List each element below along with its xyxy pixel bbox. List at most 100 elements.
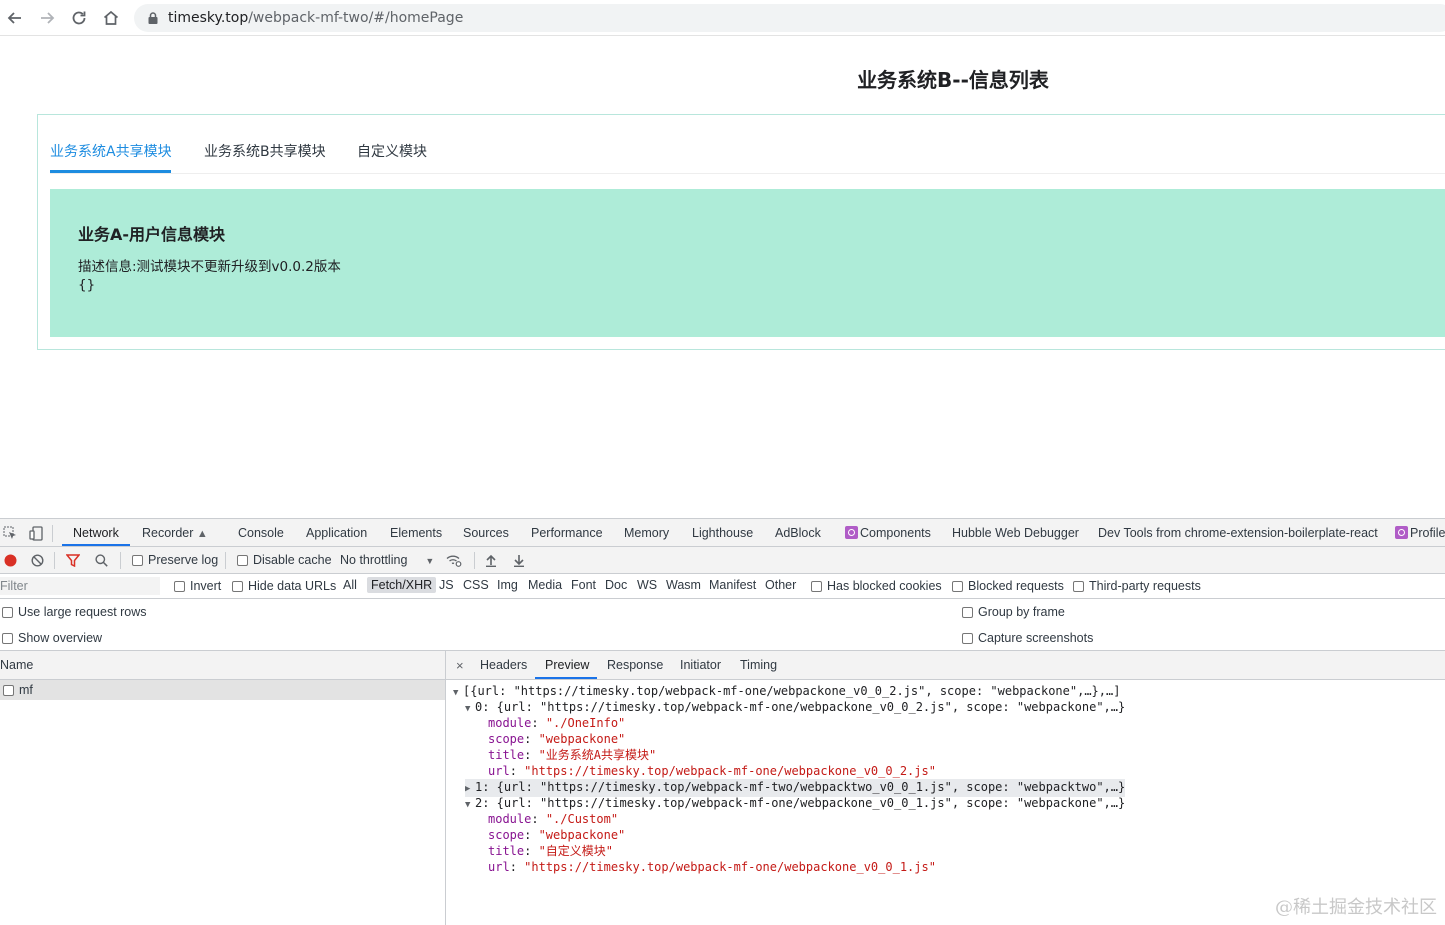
- device-toolbar-icon[interactable]: [28, 525, 44, 541]
- expand-triangle-icon: ▼: [453, 688, 459, 698]
- tab-initiator[interactable]: Initiator: [680, 658, 721, 672]
- json-key: title: [488, 844, 525, 858]
- json-key: title: [488, 748, 525, 762]
- type-filter-css[interactable]: CSS: [459, 577, 493, 593]
- third-party-checkbox[interactable]: Third-party requests: [1073, 579, 1201, 593]
- reload-icon[interactable]: [68, 7, 90, 29]
- forward-arrow-icon[interactable]: [36, 7, 58, 29]
- react-icon: [1395, 526, 1408, 539]
- checkbox-box: [962, 633, 973, 644]
- capture-screenshots-checkbox[interactable]: Capture screenshots: [962, 631, 1093, 645]
- filter-icon[interactable]: [66, 553, 80, 567]
- tab-hubble[interactable]: Hubble Web Debugger: [952, 526, 1079, 540]
- type-filter-fetch-xhr[interactable]: Fetch/XHR: [367, 577, 437, 593]
- flask-icon: ▲: [196, 528, 208, 540]
- json-value: "./OneInfo": [545, 716, 626, 730]
- json-key: url: [488, 860, 510, 874]
- page-title: 业务系统B--信息列表: [857, 68, 1049, 92]
- json-value: "https://timesky.top/webpack-mf-one/webp…: [524, 764, 936, 778]
- group-by-frame-checkbox[interactable]: Group by frame: [962, 605, 1065, 619]
- has-blocked-cookies-label: Has blocked cookies: [827, 579, 942, 593]
- network-conditions-icon[interactable]: [446, 553, 462, 567]
- filter-input[interactable]: [0, 577, 160, 595]
- tab-adblock[interactable]: AdBlock: [775, 526, 821, 540]
- network-toolbar: Preserve log Disable cache No throttling…: [0, 547, 1445, 574]
- type-filter-wasm[interactable]: Wasm: [662, 577, 705, 593]
- record-icon[interactable]: [3, 553, 17, 567]
- request-detail-pane: × Headers Preview Response Initiator Tim…: [446, 651, 1445, 925]
- request-name: mf: [19, 683, 33, 697]
- type-filter-other[interactable]: Other: [761, 577, 800, 593]
- tab-profiler[interactable]: Profiler: [1395, 526, 1445, 540]
- back-arrow-icon[interactable]: [4, 7, 26, 29]
- preserve-log-label: Preserve log: [148, 553, 219, 567]
- json-key: module: [488, 812, 532, 826]
- type-filter-media[interactable]: Media: [524, 577, 566, 593]
- tab-console[interactable]: Console: [238, 526, 284, 540]
- preserve-log-checkbox[interactable]: Preserve log: [132, 553, 218, 567]
- search-icon[interactable]: [94, 553, 108, 567]
- clear-icon[interactable]: [30, 553, 44, 567]
- inspect-element-icon[interactable]: [2, 525, 18, 541]
- json-value: "webpackone": [538, 732, 626, 746]
- tab-memory[interactable]: Memory: [624, 526, 669, 540]
- tab-strip: 业务系统A共享模块 业务系统B共享模块 自定义模块: [50, 115, 1445, 174]
- has-blocked-cookies-checkbox[interactable]: Has blocked cookies: [811, 579, 942, 593]
- request-list-header[interactable]: Name: [0, 651, 445, 680]
- tab-performance[interactable]: Performance: [531, 526, 603, 540]
- blocked-requests-checkbox[interactable]: Blocked requests: [952, 579, 1064, 593]
- tab-devtools-extension[interactable]: Dev Tools from chrome-extension-boilerpl…: [1098, 526, 1378, 540]
- export-har-icon[interactable]: [512, 553, 526, 567]
- tab-system-a[interactable]: 业务系统A共享模块: [50, 141, 172, 161]
- throttling-select[interactable]: No throttling ▼: [340, 553, 434, 567]
- tab-components[interactable]: Components: [845, 526, 931, 540]
- module-description: 描述信息:测试模块不更新升级到v0.0.2版本: [78, 259, 341, 275]
- tab-network[interactable]: Network: [73, 526, 119, 540]
- type-filter-all[interactable]: All: [339, 577, 361, 593]
- show-overview-checkbox[interactable]: Show overview: [2, 631, 102, 645]
- checkbox-box: [811, 581, 822, 592]
- json-key: module: [488, 716, 532, 730]
- type-filter-font[interactable]: Font: [567, 577, 600, 593]
- import-har-icon[interactable]: [484, 553, 498, 567]
- type-filter-js[interactable]: JS: [435, 577, 458, 593]
- type-filter-img[interactable]: Img: [493, 577, 522, 593]
- tab-response[interactable]: Response: [607, 658, 663, 672]
- hide-data-urls-checkbox[interactable]: Hide data URLs: [232, 579, 336, 593]
- type-filter-doc[interactable]: Doc: [601, 577, 631, 593]
- json-field: module: "./OneInfo": [488, 716, 626, 730]
- tab-sources[interactable]: Sources: [463, 526, 509, 540]
- separator: [474, 552, 475, 569]
- tab-custom[interactable]: 自定义模块: [357, 141, 427, 161]
- tab-lighthouse[interactable]: Lighthouse: [692, 526, 753, 540]
- type-filter-manifest[interactable]: Manifest: [705, 577, 760, 593]
- tab-system-b[interactable]: 业务系统B共享模块: [204, 141, 326, 161]
- json-field: url: "https://timesky.top/webpack-mf-one…: [488, 860, 936, 874]
- tab-application[interactable]: Application: [306, 526, 367, 540]
- tab-preview[interactable]: Preview: [545, 658, 589, 672]
- request-list: Name mf: [0, 651, 446, 925]
- show-overview-label: Show overview: [18, 631, 103, 645]
- tab-elements[interactable]: Elements: [390, 526, 442, 540]
- tab-profiler-label: Profiler: [1410, 526, 1445, 540]
- module-object: {}: [78, 277, 96, 293]
- table-row[interactable]: mf: [0, 680, 445, 700]
- checkbox-box: [1073, 581, 1084, 592]
- close-icon[interactable]: ×: [456, 658, 464, 673]
- tab-headers[interactable]: Headers: [480, 658, 527, 672]
- disable-cache-checkbox[interactable]: Disable cache: [237, 553, 332, 567]
- large-rows-checkbox[interactable]: Use large request rows: [2, 605, 147, 619]
- json-field: scope: "webpackone": [488, 828, 626, 842]
- json-key: scope: [488, 828, 525, 842]
- separator: [120, 552, 121, 569]
- checkbox-box: [962, 607, 973, 618]
- type-filter-ws[interactable]: WS: [633, 577, 661, 593]
- address-bar[interactable]: timesky.top/webpack-mf-two/#/homePage: [134, 4, 1445, 32]
- json-value: "业务系统A共享模块": [538, 748, 657, 762]
- tab-timing[interactable]: Timing: [740, 658, 777, 672]
- json-field: title: "业务系统A共享模块": [488, 748, 657, 762]
- invert-checkbox[interactable]: Invert: [174, 579, 221, 593]
- home-icon[interactable]: [100, 7, 122, 29]
- json-key: url: [488, 764, 510, 778]
- tab-recorder[interactable]: Recorder ▲: [142, 526, 208, 540]
